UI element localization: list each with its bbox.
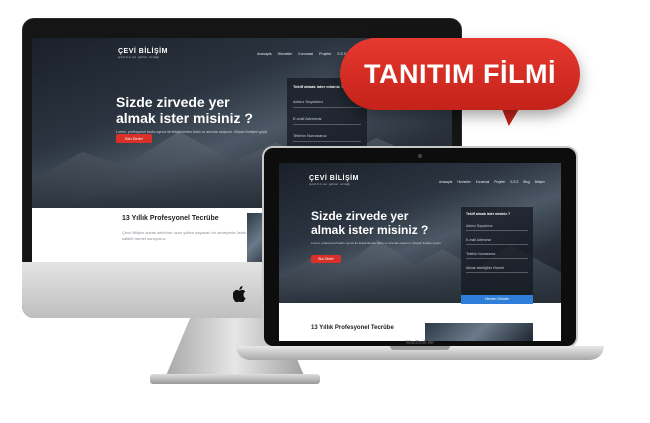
imac-foot <box>150 374 320 384</box>
nav-item[interactable]: Hizmetler <box>457 180 470 184</box>
cta-button[interactable]: Bizi Dinle! <box>116 134 152 143</box>
service-select[interactable]: Almak istediğiniz Hizmet <box>466 266 528 273</box>
section-title: 13 Yıllık Profesyonel Tecrübe <box>122 215 219 222</box>
macbook-screen: ÇEVİ BİLİŞİM işinizin en güzel ortağı An… <box>279 163 561 341</box>
nav-item[interactable]: Kurumsal <box>476 180 489 184</box>
nav-item[interactable]: Anasayfa <box>439 180 452 184</box>
macbook-label: MacBook Air <box>405 340 435 346</box>
nav-item[interactable]: Projeler <box>319 52 331 56</box>
nav-item[interactable]: Blog <box>523 180 529 184</box>
hero-headline: Sizde zirvede yer almak ister misiniz ? <box>116 94 253 126</box>
phone-field[interactable]: Telefon Numaranız <box>466 252 528 259</box>
promo-stage: ÇEVİ BİLİŞİM işinizin en güzel ortağı An… <box>0 0 650 423</box>
apple-logo-icon <box>233 286 246 302</box>
section-text: Çevri Bilişim olarak sektörde uzun yılla… <box>122 230 247 241</box>
nav-item[interactable]: Anasayfa <box>257 52 272 56</box>
nav-item[interactable]: Projeler <box>494 180 505 184</box>
site-nav: Anasayfa Hizmetler Kurumsal Projeler S.S… <box>439 180 545 184</box>
form-title: Teklif almak ister misiniz ? <box>466 212 511 216</box>
submit-button[interactable]: Hemen Gönder <box>461 295 533 304</box>
nav-item[interactable]: İletişim <box>535 180 545 184</box>
cta-button[interactable]: Bizi Dinle! <box>311 255 341 263</box>
site-logo[interactable]: ÇEVİ BİLİŞİM işinizin en güzel ortağı <box>309 175 359 186</box>
promo-video-badge[interactable]: TANITIM FİLMİ <box>340 38 580 110</box>
nav-item[interactable]: Kurumsal <box>298 52 313 56</box>
quote-form: Teklif almak ister misiniz ? Adınız Soya… <box>461 207 533 305</box>
site-nav: Anasayfa Hizmetler Kurumsal Projeler S.S… <box>257 52 346 56</box>
hero-headline: Sizde zirvede yer almak ister misiniz ? <box>311 209 429 237</box>
site-logo[interactable]: ÇEVİ BİLİŞİM işinizin en güzel ortağı <box>118 48 168 59</box>
macbook-notch <box>390 346 450 350</box>
section-title: 13 Yıllık Profesyonel Tecrübe <box>311 325 394 331</box>
team-photo <box>425 323 533 341</box>
phone-field[interactable]: Telefon Numaranız <box>293 133 361 142</box>
camera-icon <box>418 154 422 158</box>
nav-item[interactable]: Hizmetler <box>278 52 293 56</box>
nav-item[interactable]: S.S.S <box>510 180 518 184</box>
email-field[interactable]: E-mail Adresiniz <box>466 238 528 245</box>
hero-description: Lorem, profesyonel kadro ayrıca ile ilet… <box>311 241 441 245</box>
name-field[interactable]: Adınız Soyadınız <box>466 224 528 231</box>
email-field[interactable]: E-mail Adresiniz <box>293 116 361 125</box>
